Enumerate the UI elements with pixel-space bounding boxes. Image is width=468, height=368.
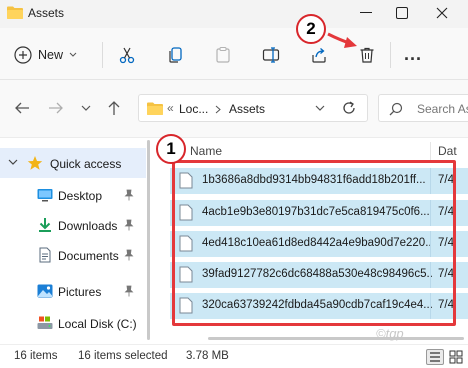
new-button-label: New bbox=[38, 48, 64, 62]
tiles-view-button[interactable] bbox=[448, 349, 464, 365]
more-options-button[interactable]: ... bbox=[404, 44, 422, 65]
rename-button[interactable] bbox=[258, 42, 284, 68]
chevron-right-icon bbox=[215, 105, 221, 114]
up-button[interactable] bbox=[104, 98, 124, 118]
paste-button[interactable] bbox=[210, 42, 236, 68]
sidebar-item-label: Quick access bbox=[50, 157, 122, 171]
pin-icon bbox=[124, 249, 134, 261]
breadcrumb-overflow[interactable]: « bbox=[167, 101, 174, 115]
desktop-icon bbox=[37, 189, 53, 202]
arrow-right-icon bbox=[49, 102, 63, 114]
sidebar-item-label: Desktop bbox=[58, 189, 103, 203]
toolbar-divider bbox=[102, 42, 103, 68]
toolbar-divider bbox=[390, 42, 391, 68]
search-icon bbox=[389, 102, 403, 116]
horizontal-scrollbar[interactable] bbox=[208, 337, 464, 340]
callout-number: 2 bbox=[306, 19, 316, 38]
minimize-button[interactable] bbox=[348, 0, 384, 26]
arrow-up-icon bbox=[108, 101, 120, 115]
download-icon bbox=[39, 218, 51, 232]
window-title: Assets bbox=[28, 6, 65, 20]
sidebar-item-quick-access[interactable]: Quick access bbox=[0, 148, 146, 178]
command-bar: New ... bbox=[0, 28, 468, 80]
folder-icon bbox=[7, 6, 23, 19]
pictures-icon bbox=[37, 284, 53, 298]
copy-icon bbox=[169, 47, 182, 63]
search-placeholder: Search As bbox=[417, 102, 468, 116]
sidebar-item-local-disk[interactable]: Local Disk (C:) bbox=[0, 308, 146, 338]
pin-icon bbox=[124, 189, 134, 201]
sidebar-item-desktop[interactable]: Desktop bbox=[0, 180, 146, 210]
status-selected-size: 3.78 MB bbox=[186, 350, 229, 362]
sidebar-item-pictures[interactable]: Pictures bbox=[0, 276, 146, 306]
callout-number: 1 bbox=[166, 139, 176, 158]
refresh-icon[interactable] bbox=[341, 100, 357, 116]
status-item-count: 16 items bbox=[14, 350, 58, 362]
close-button[interactable] bbox=[424, 0, 460, 26]
recent-locations-button[interactable] bbox=[76, 98, 96, 118]
column-header-date[interactable]: Dat bbox=[438, 144, 457, 158]
callout-step-1: 1 bbox=[156, 134, 186, 164]
chevron-down-icon bbox=[69, 52, 77, 57]
sidebar-item-documents[interactable]: Documents bbox=[0, 240, 146, 270]
trash-icon bbox=[360, 47, 374, 63]
cut-button[interactable] bbox=[114, 42, 140, 68]
chevron-down-icon[interactable] bbox=[315, 105, 325, 111]
column-divider[interactable] bbox=[430, 142, 431, 160]
watermark: ©tgp bbox=[376, 326, 404, 341]
arrow-pointer-icon bbox=[327, 32, 357, 48]
minimize-icon bbox=[360, 12, 372, 13]
scissors-icon bbox=[119, 47, 135, 64]
status-selected-count: 16 items selected bbox=[78, 350, 168, 362]
title-bar: Assets bbox=[0, 0, 468, 28]
navigation-bar: « Loc... Assets Search As bbox=[0, 80, 468, 138]
folder-icon bbox=[147, 102, 163, 115]
forward-button[interactable] bbox=[46, 98, 66, 118]
star-icon bbox=[27, 156, 43, 170]
drive-icon bbox=[37, 316, 53, 329]
arrow-left-icon bbox=[15, 102, 29, 114]
navigation-pane: Quick access Desktop Downloads Documents bbox=[0, 138, 150, 344]
status-bar: 16 items 16 items selected 3.78 MB bbox=[0, 344, 468, 368]
close-icon bbox=[436, 7, 448, 19]
sidebar-item-label: Documents bbox=[58, 249, 119, 263]
sidebar-item-label: Downloads bbox=[58, 219, 118, 233]
maximize-button[interactable] bbox=[384, 0, 420, 26]
breadcrumb-local[interactable]: Loc... bbox=[179, 102, 208, 116]
maximize-icon bbox=[396, 7, 408, 19]
chevron-down-icon bbox=[81, 105, 91, 111]
sidebar-item-label: Pictures bbox=[58, 285, 102, 299]
search-box[interactable]: Search As bbox=[378, 94, 468, 122]
address-bar[interactable]: « Loc... Assets bbox=[138, 94, 368, 122]
sidebar-item-downloads[interactable]: Downloads bbox=[0, 210, 146, 240]
sidebar-item-label: Local Disk (C:) bbox=[58, 317, 137, 331]
back-button[interactable] bbox=[12, 98, 32, 118]
rename-icon bbox=[262, 47, 280, 63]
details-view-button[interactable] bbox=[426, 349, 444, 365]
new-button[interactable]: New bbox=[14, 42, 77, 68]
column-header-name[interactable]: Name bbox=[190, 144, 222, 158]
chevron-down-icon bbox=[8, 159, 18, 165]
pin-icon bbox=[124, 219, 134, 231]
breadcrumb-assets[interactable]: Assets bbox=[229, 102, 265, 116]
pin-icon bbox=[124, 285, 134, 297]
plus-circle-icon bbox=[14, 46, 32, 64]
selection-highlight-box bbox=[172, 160, 456, 326]
callout-step-2: 2 bbox=[296, 14, 326, 44]
grid-view-icon bbox=[449, 350, 463, 364]
copy-button[interactable] bbox=[162, 42, 188, 68]
list-view-icon bbox=[430, 352, 440, 362]
document-icon bbox=[39, 247, 51, 263]
clipboard-icon bbox=[216, 47, 230, 63]
